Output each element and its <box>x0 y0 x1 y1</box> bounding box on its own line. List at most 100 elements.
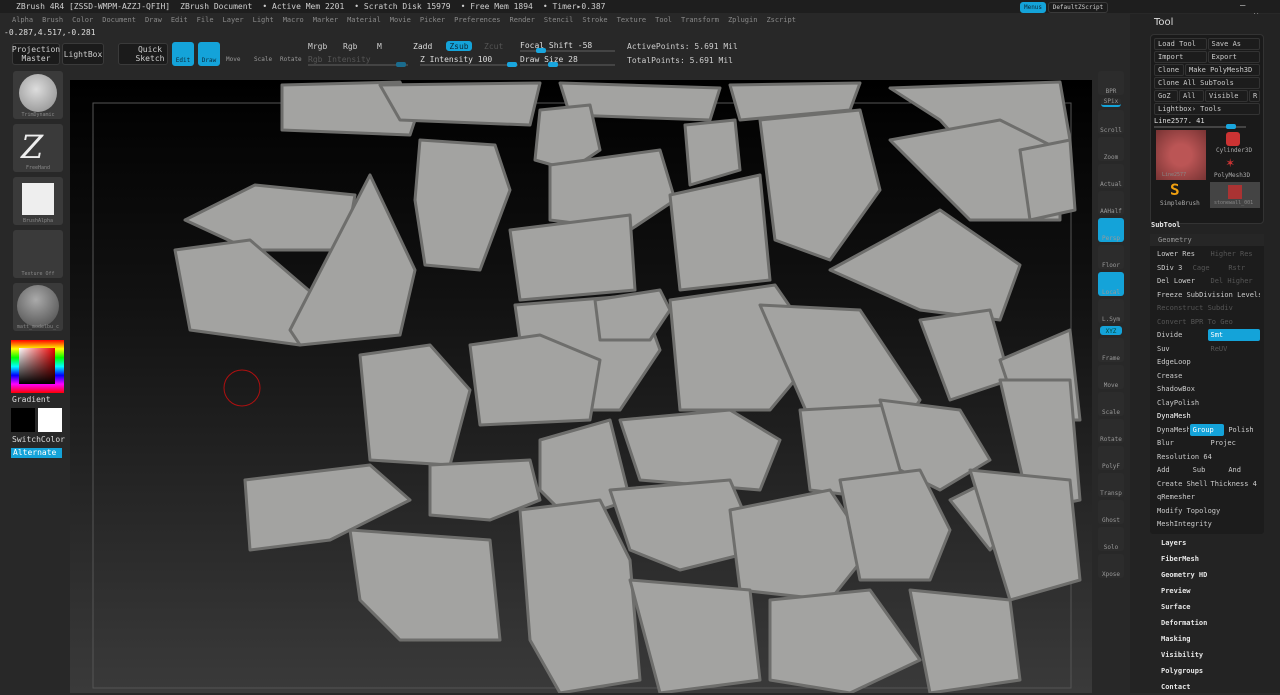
shelf-xpose-button[interactable]: Xpose <box>1098 554 1124 578</box>
secondary-color-swatch[interactable] <box>38 408 62 432</box>
rgb-intensity-track[interactable] <box>308 62 408 67</box>
visible-button[interactable]: Visible <box>1205 90 1248 102</box>
shelf-transp-button[interactable]: Transp <box>1098 473 1124 497</box>
subtool-section[interactable]: SubTool <box>1140 217 1181 233</box>
color-picker[interactable] <box>11 340 64 393</box>
shelf-bpr-button[interactable]: BPR <box>1098 71 1124 95</box>
focal-shift-slider[interactable]: Focal Shift -58 <box>520 41 592 50</box>
shelf-solo-button[interactable]: Solo <box>1098 527 1124 551</box>
edit-button[interactable]: Edit <box>172 42 194 66</box>
zcut-button[interactable]: Zcut <box>484 42 503 51</box>
section-masking[interactable]: Masking <box>1150 631 1264 647</box>
menu-layer[interactable]: Layer <box>223 16 244 24</box>
lower-res-button[interactable]: Lower Res <box>1154 248 1207 260</box>
draw-size-track[interactable] <box>520 62 615 67</box>
section-geometry-hd[interactable]: Geometry HD <box>1150 567 1264 583</box>
make-polymesh3d-button[interactable]: Make PolyMesh3D <box>1185 64 1260 76</box>
menu-stroke[interactable]: Stroke <box>582 16 607 24</box>
menu-zplugin[interactable]: Zplugin <box>728 16 758 24</box>
rstr-button[interactable]: Rstr <box>1225 262 1260 274</box>
del-lower-button[interactable]: Del Lower <box>1154 275 1207 287</box>
gradient-button[interactable]: Gradient <box>12 395 51 404</box>
save-as-button[interactable]: Save As <box>1207 38 1260 50</box>
menu-stencil[interactable]: Stencil <box>544 16 574 24</box>
section-preview[interactable]: Preview <box>1150 583 1264 599</box>
menu-marker[interactable]: Marker <box>313 16 338 24</box>
goz-button[interactable]: GoZ <box>1154 90 1178 102</box>
canvas-viewport[interactable] <box>70 80 1092 693</box>
menu-document[interactable]: Document <box>102 16 136 24</box>
group-button[interactable]: Group <box>1189 423 1225 436</box>
and-button[interactable]: And <box>1225 464 1260 476</box>
section-visibility[interactable]: Visibility <box>1150 647 1264 663</box>
projection-master-button[interactable]: Projection Master <box>12 43 60 65</box>
menu-color[interactable]: Color <box>72 16 93 24</box>
meshintegrity-button[interactable]: MeshIntegrity <box>1154 518 1260 530</box>
stroke-thumbnail[interactable]: Z FreeHand <box>13 124 63 172</box>
alternate-button[interactable]: Alternate <box>11 448 62 458</box>
all-button[interactable]: All <box>1179 90 1204 102</box>
menu-texture[interactable]: Texture <box>617 16 647 24</box>
menu-transform[interactable]: Transform <box>681 16 719 24</box>
freeze-button[interactable]: Freeze SubDivision Levels <box>1154 289 1260 301</box>
cage-button[interactable]: Cage <box>1190 262 1225 274</box>
sdiv-button[interactable]: SDiv 3 <box>1154 262 1189 274</box>
z-intensity-track[interactable] <box>420 62 518 67</box>
sub-button[interactable]: Sub <box>1190 464 1225 476</box>
menus-button[interactable]: Menus <box>1020 2 1046 13</box>
shelf-zoom-button[interactable]: Zoom <box>1098 137 1124 161</box>
simplebrush-icon[interactable]: S <box>1170 180 1180 199</box>
smt-button[interactable]: Smt <box>1207 329 1260 341</box>
zadd-button[interactable]: Zadd <box>413 42 432 51</box>
move-button[interactable]: Move <box>226 56 240 63</box>
clone-all-subtools-button[interactable]: Clone All SubTools <box>1154 77 1260 89</box>
shelf-scroll-button[interactable]: Scroll <box>1098 110 1124 134</box>
menu-material[interactable]: Material <box>347 16 381 24</box>
shelf-aahalf-button[interactable]: AAHalf <box>1098 191 1124 215</box>
default-zscript-button[interactable]: DefaultZScript <box>1048 2 1108 13</box>
menu-tool[interactable]: Tool <box>655 16 672 24</box>
main-color-swatch[interactable] <box>11 408 35 432</box>
texture-thumbnail[interactable]: Texture Off <box>13 230 63 278</box>
blur-button[interactable]: Blur <box>1154 437 1207 449</box>
export-button[interactable]: Export <box>1207 51 1260 63</box>
shadowbox-button[interactable]: ShadowBox <box>1154 383 1260 395</box>
shelf-spix-button[interactable]: SPix <box>1101 98 1121 107</box>
quick-sketch-button[interactable]: Quick Sketch <box>118 43 168 65</box>
dynamesh-header-button[interactable]: DynaMesh <box>1154 410 1260 422</box>
menu-file[interactable]: File <box>197 16 214 24</box>
dynamesh-button[interactable]: DynaMesh <box>1154 424 1189 436</box>
z-intensity-slider[interactable]: Z Intensity 100 <box>420 55 492 64</box>
claypolish-button[interactable]: ClayPolish <box>1154 397 1260 409</box>
qremesher-button[interactable]: qRemesher <box>1154 491 1260 503</box>
section-layers[interactable]: Layers <box>1150 535 1264 551</box>
menu-macro[interactable]: Macro <box>283 16 304 24</box>
polish-button[interactable]: Polish <box>1225 424 1260 436</box>
reconstruct-button[interactable]: Reconstruct Subdiv <box>1154 302 1260 314</box>
create-shell-button[interactable]: Create Shell <box>1154 478 1207 490</box>
shelf-frame-button[interactable]: Frame <box>1098 338 1124 362</box>
menu-draw[interactable]: Draw <box>145 16 162 24</box>
menu-zscript[interactable]: Zscript <box>766 16 796 24</box>
rotate-button[interactable]: Rotate <box>280 56 302 63</box>
project-button[interactable]: Projec <box>1208 437 1261 449</box>
menu-render[interactable]: Render <box>510 16 535 24</box>
shelf-scale-button[interactable]: Scale <box>1098 392 1124 416</box>
shelf-local-button[interactable]: Local <box>1098 272 1124 296</box>
alpha-thumbnail[interactable]: BrushAlpha <box>13 177 63 225</box>
section-fibermesh[interactable]: FiberMesh <box>1150 551 1264 567</box>
draw-button[interactable]: Draw <box>198 42 220 66</box>
import-button[interactable]: Import <box>1154 51 1207 63</box>
section-deformation[interactable]: Deformation <box>1150 615 1264 631</box>
modify-topology-button[interactable]: Modify Topology <box>1154 505 1260 517</box>
shelf-rotate-button[interactable]: Rotate <box>1098 419 1124 443</box>
menu-alpha[interactable]: Alpha <box>12 16 33 24</box>
menu-light[interactable]: Light <box>253 16 274 24</box>
focal-shift-track[interactable] <box>520 48 615 53</box>
shelf-floor-button[interactable]: Floor <box>1098 245 1124 269</box>
shelf-ghost-button[interactable]: Ghost <box>1098 500 1124 524</box>
r-button[interactable]: R <box>1249 90 1260 102</box>
geometry-header[interactable]: Geometry <box>1150 234 1264 246</box>
reuv-button[interactable]: ReUV <box>1208 343 1261 355</box>
resolution-button[interactable]: Resolution 64 <box>1154 451 1260 463</box>
